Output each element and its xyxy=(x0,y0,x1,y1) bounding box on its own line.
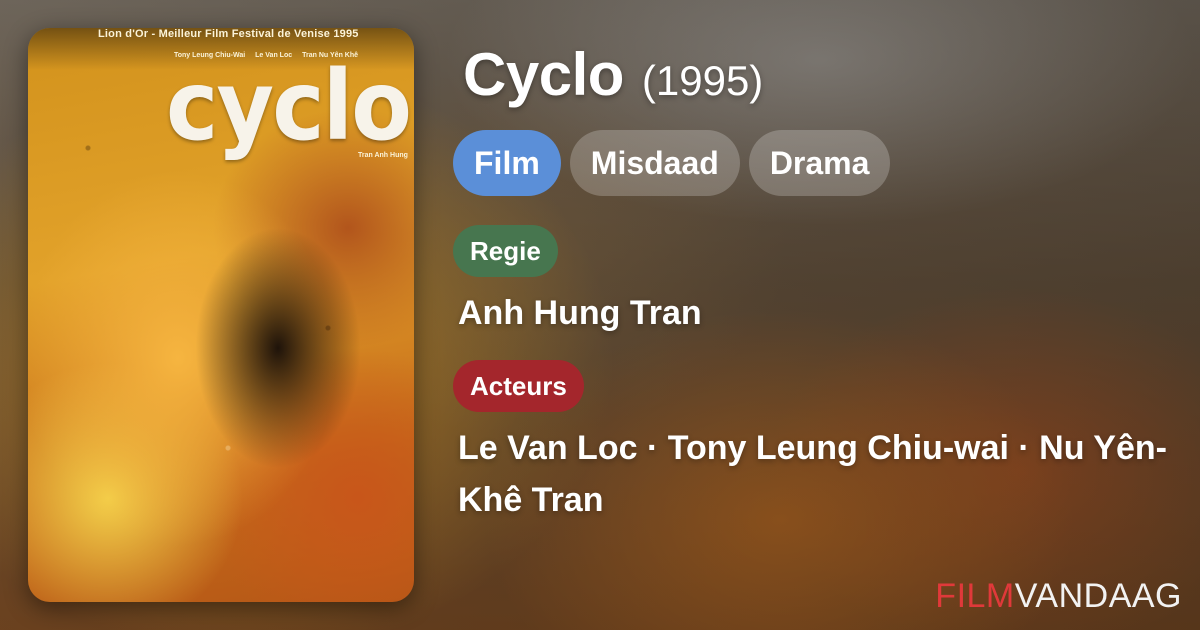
poster-logo-text: cyclo xyxy=(166,50,412,162)
movie-year: (1995) xyxy=(641,57,764,104)
filmvandaag-logo: FILMVANDAAG xyxy=(935,577,1182,616)
movie-title: Cyclo xyxy=(463,41,624,108)
brand-film: FILM xyxy=(935,577,1015,615)
title-row: Cyclo (1995) xyxy=(463,40,763,109)
movie-poster: Lion d'Or - Meilleur Film Festival de Ve… xyxy=(28,28,414,602)
genre-chips: Film Misdaad Drama xyxy=(453,130,891,196)
director-name: Anh Hung Tran xyxy=(458,294,702,332)
director-label: Regie xyxy=(453,225,558,277)
poster-director-credit: Tran Anh Hung xyxy=(358,152,408,159)
poster-tagline: Lion d'Or - Meilleur Film Festival de Ve… xyxy=(98,28,359,40)
movie-info-panel: Cyclo (1995) Film Misdaad Drama Regie An… xyxy=(453,0,1193,630)
genre-chip-misdaad[interactable]: Misdaad xyxy=(569,130,740,196)
genre-chip-drama[interactable]: Drama xyxy=(748,130,891,196)
brand-vandaag: VANDAAG xyxy=(1014,577,1182,615)
genre-chip-film[interactable]: Film xyxy=(453,130,561,196)
actors-list: Le Van Loc · Tony Leung Chiu-wai · Nu Yê… xyxy=(458,429,1167,519)
actors-label: Acteurs xyxy=(453,360,584,412)
